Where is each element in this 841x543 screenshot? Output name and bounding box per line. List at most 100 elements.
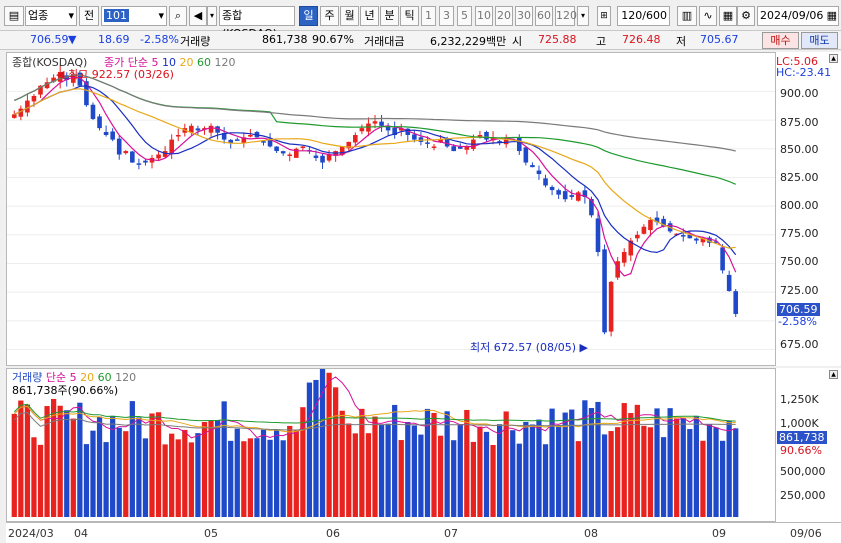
candle-body: [549, 186, 555, 191]
tab-year[interactable]: 년: [360, 6, 379, 26]
vy-tick: 500,000: [780, 465, 826, 478]
collapse-icon[interactable]: ▲: [829, 54, 838, 63]
chevron-down-icon[interactable]: ▾: [207, 6, 217, 26]
settings-small-icon[interactable]: ⊞: [597, 6, 611, 26]
tab-month[interactable]: 월: [340, 6, 359, 26]
volume-bar: [175, 439, 181, 517]
count-value: 120: [621, 9, 643, 22]
x-tick: 05: [204, 527, 218, 540]
candle-body: [123, 151, 129, 154]
volume-bar: [451, 440, 457, 517]
y-tick: 850.00: [780, 143, 819, 156]
toolbar: ▤ 업종▾ 전 101▾ ⌕ ◀ ▾ 종합(KOSDAQ) 일 주 월 년 분 …: [0, 0, 841, 40]
collapse-icon[interactable]: ▲: [829, 370, 838, 379]
interval-3[interactable]: 3: [439, 6, 454, 26]
chevron-down-icon: ▾: [68, 9, 74, 22]
date-input[interactable]: 2024/09/06 ▦: [757, 6, 839, 26]
volume-bar: [306, 382, 313, 517]
volume-bar: [228, 440, 234, 517]
volume-bar: [260, 429, 267, 517]
interval-20[interactable]: 20: [495, 6, 513, 26]
volume-bar: [372, 416, 378, 517]
volume-bar: [18, 400, 24, 517]
chart-type-icon[interactable]: ▤: [4, 6, 24, 26]
interval-120[interactable]: 120: [555, 6, 577, 26]
buy-button[interactable]: 매수: [762, 32, 799, 49]
y-tick: 875.00: [780, 116, 819, 129]
volume-bar: [536, 419, 542, 517]
candle-body: [543, 178, 548, 186]
price-change-pct: -2.58%: [140, 33, 179, 46]
search-icon[interactable]: ⌕: [169, 6, 187, 26]
candle-body: [589, 199, 594, 216]
volume-bar: [411, 425, 417, 517]
volume-bar: [496, 424, 503, 517]
line-chart-icon[interactable]: ∿: [699, 6, 717, 26]
x-tick: 2024/03: [8, 527, 54, 540]
candle-body: [274, 146, 279, 152]
volume-bar: [634, 404, 640, 517]
candle-body: [576, 192, 581, 201]
interval-60[interactable]: 60: [535, 6, 553, 26]
candle-body: [261, 141, 266, 143]
sound-icon[interactable]: ◀: [189, 6, 207, 26]
candle-body: [477, 135, 483, 137]
volume-bar: [477, 426, 483, 517]
quote-bar: 706.59 ▼ 18.69 -2.58% 거래량 861,738 90.67%…: [0, 31, 841, 50]
volume-bar: [333, 387, 339, 517]
interval-30[interactable]: 30: [515, 6, 533, 26]
interval-10[interactable]: 10: [475, 6, 493, 26]
volume-pct-tag: 90.66%: [780, 444, 822, 457]
volume-bar: [31, 437, 37, 517]
market-select[interactable]: 업종 ▾: [25, 6, 77, 26]
market-label: 업종: [28, 9, 49, 22]
candle-body: [320, 155, 325, 163]
open-value: 725.88: [538, 33, 577, 46]
volume-bar: [628, 413, 634, 517]
current-price: 706.59: [30, 33, 69, 46]
market-button[interactable]: 전: [79, 6, 99, 26]
volume-chart[interactable]: [7, 369, 775, 521]
volume-bar: [287, 425, 293, 517]
gear-icon[interactable]: ⚙: [737, 6, 755, 26]
y-tick: 675.00: [780, 338, 819, 351]
tab-minute[interactable]: 분: [380, 6, 399, 26]
volume-bar: [352, 433, 358, 517]
volume-current: 861,738주(90.66%): [12, 384, 119, 397]
candle-body: [569, 195, 575, 197]
volume-bar: [733, 428, 739, 517]
volume-bar: [510, 430, 516, 517]
vy-tick: 1,250K: [780, 393, 819, 406]
candle-body: [556, 190, 561, 195]
code-input[interactable]: 101 ▾: [101, 6, 167, 26]
x-tick: 08: [584, 527, 598, 540]
index-name-field: 종합(KOSDAQ): [219, 6, 295, 40]
chevron-down-icon[interactable]: ▾: [577, 6, 589, 26]
volume-bar: [365, 433, 372, 517]
volume-current-tag: 861,738: [777, 431, 827, 444]
interval-5[interactable]: 5: [457, 6, 472, 26]
low-value: 705.67: [700, 33, 739, 46]
ma-20-label: 20: [179, 56, 194, 69]
candle-body: [136, 163, 142, 165]
price-chart[interactable]: [7, 53, 775, 365]
candle-body: [595, 218, 601, 253]
candle-body: [484, 131, 489, 140]
tab-tick[interactable]: 틱: [400, 6, 419, 26]
max-label-text: 최고 922.57 (03/26): [67, 68, 174, 81]
volume-bar: [700, 440, 706, 517]
interval-1[interactable]: 1: [421, 6, 436, 26]
candle-type-icon[interactable]: ▥: [677, 6, 697, 26]
vma-120-label: 120: [115, 371, 137, 384]
count-input[interactable]: 120/600: [617, 6, 670, 26]
tab-week[interactable]: 주: [320, 6, 339, 26]
volume-bar: [392, 404, 398, 517]
grid-icon[interactable]: ▦: [719, 6, 737, 26]
candle-body: [97, 116, 102, 129]
volume-bar: [51, 398, 57, 517]
volume-bar: [116, 427, 122, 517]
tab-day[interactable]: 일: [299, 6, 318, 26]
volume-bar: [601, 434, 608, 517]
volume-bar: [385, 423, 391, 517]
sell-button[interactable]: 매도: [801, 32, 838, 49]
